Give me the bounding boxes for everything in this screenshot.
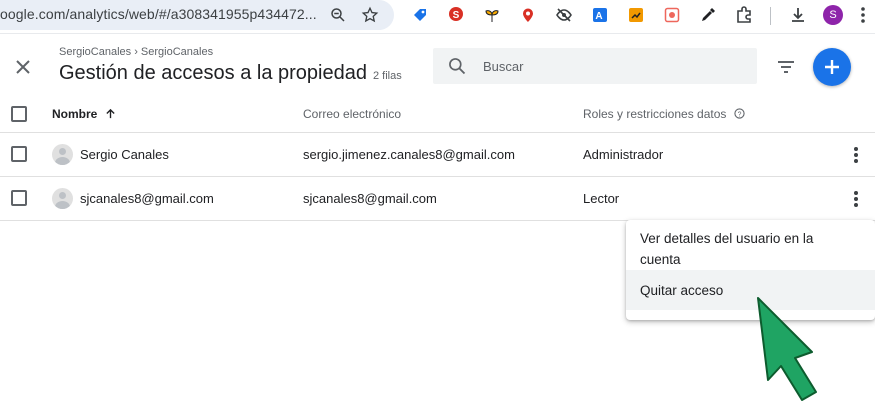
pin-icon[interactable]: [518, 5, 538, 25]
capture-icon[interactable]: [662, 5, 682, 25]
puzzle-icon[interactable]: [734, 5, 754, 25]
search-icon: [449, 58, 466, 75]
address-bar[interactable]: oogle.com/analytics/web/#/a308341955p434…: [0, 0, 394, 30]
user-email: sergio.jimenez.canales8@gmail.com: [303, 147, 515, 162]
row-checkbox[interactable]: [11, 146, 27, 162]
row-checkbox[interactable]: [11, 190, 27, 206]
user-role: Lector: [583, 191, 620, 206]
close-icon[interactable]: [12, 56, 34, 78]
browser-toolbar: oogle.com/analytics/web/#/a308341955p434…: [0, 0, 875, 34]
sort-ascending-icon: [106, 108, 115, 119]
search-input[interactable]: Buscar: [433, 48, 757, 84]
filter-icon[interactable]: [774, 55, 798, 79]
tag-extension-icon[interactable]: [410, 5, 430, 25]
svg-text:?: ?: [737, 111, 741, 118]
eye-off-icon[interactable]: [554, 5, 574, 25]
column-header-roles[interactable]: Roles y restricciones datos ?: [583, 107, 745, 121]
pointer-arrow-icon: [757, 297, 817, 401]
user-role: Administrador: [583, 147, 664, 162]
svg-text:A: A: [595, 11, 602, 22]
table-row[interactable]: Sergio Canales sergio.jimenez.canales8@g…: [0, 133, 875, 177]
user-name: sjcanales8@gmail.com: [80, 191, 214, 206]
column-header-name[interactable]: Nombre: [52, 107, 116, 121]
user-email: sjcanales8@gmail.com: [303, 191, 437, 206]
user-name: Sergio Canales: [80, 147, 169, 162]
bookmark-star-icon[interactable]: [359, 4, 381, 26]
toolbar-divider: [770, 7, 771, 25]
page-title-text: Gestión de accesos a la propiedad: [59, 62, 367, 84]
eyedropper-icon[interactable]: [698, 5, 718, 25]
zoom-icon[interactable]: [327, 4, 349, 26]
plant-icon[interactable]: [482, 5, 502, 25]
column-header-email[interactable]: Correo electrónico: [303, 107, 401, 121]
menu-item-view-user-details[interactable]: Ver detalles del usuario en la cuenta: [626, 227, 875, 270]
select-all-checkbox[interactable]: [11, 106, 27, 122]
help-icon[interactable]: ?: [734, 108, 745, 119]
row-count: 2 filas: [372, 70, 402, 82]
avatar: [52, 188, 73, 209]
more-vert-icon[interactable]: [846, 188, 866, 210]
page-title: Gestión de accesos a la propiedad 2 filas: [59, 62, 402, 85]
translate-icon[interactable]: A: [590, 5, 610, 25]
table-row[interactable]: sjcanales8@gmail.com sjcanales8@gmail.co…: [0, 177, 875, 221]
breadcrumb[interactable]: SergioCanales › SergioCanales: [59, 46, 213, 58]
svg-text:S: S: [453, 10, 460, 21]
browser-menu-icon[interactable]: [853, 5, 873, 25]
profile-avatar[interactable]: S: [823, 5, 843, 25]
more-vert-icon[interactable]: [846, 144, 866, 166]
add-user-button[interactable]: [813, 48, 851, 86]
download-icon[interactable]: [788, 5, 808, 25]
seo-icon[interactable]: S: [446, 5, 466, 25]
search-placeholder: Buscar: [483, 59, 524, 74]
avatar: [52, 144, 73, 165]
chart-icon[interactable]: [626, 5, 646, 25]
table-header: Nombre Correo electrónico Roles y restri…: [0, 96, 875, 133]
plus-icon: [825, 60, 839, 74]
url-text: oogle.com/analytics/web/#/a308341955p434…: [0, 6, 317, 22]
